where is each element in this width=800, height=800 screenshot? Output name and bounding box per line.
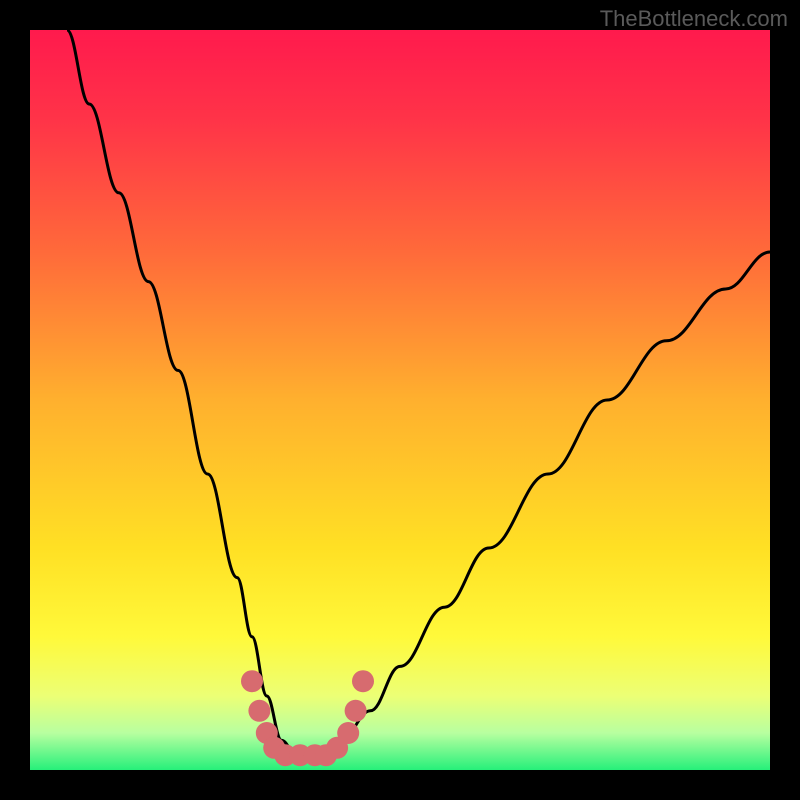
trough-dot — [241, 670, 263, 692]
bottleneck-chart — [30, 30, 770, 770]
watermark-text: TheBottleneck.com — [600, 6, 788, 32]
trough-dot — [337, 722, 359, 744]
plot-area — [30, 30, 770, 770]
trough-dot — [345, 700, 367, 722]
trough-dot — [352, 670, 374, 692]
chart-container: TheBottleneck.com — [0, 0, 800, 800]
trough-dot — [248, 700, 270, 722]
gradient-background — [30, 30, 770, 770]
